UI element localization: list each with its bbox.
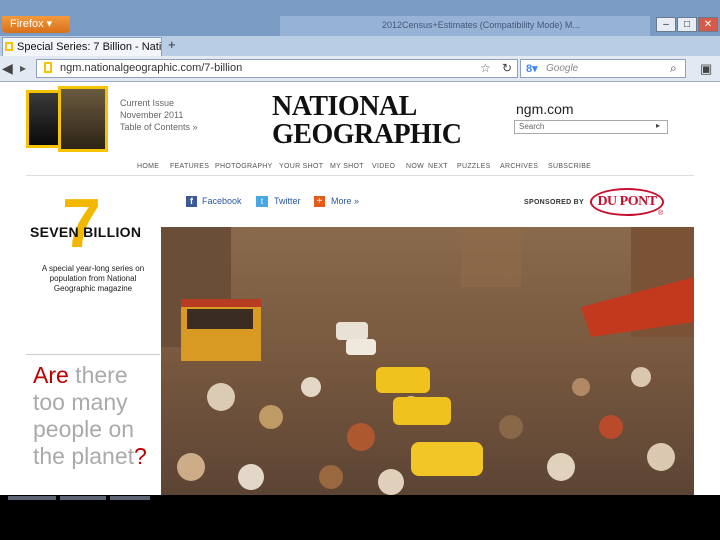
- crowd-photo[interactable]: [161, 227, 694, 495]
- nav-archives[interactable]: ARCHIVES: [500, 163, 538, 170]
- search-bar[interactable]: [520, 59, 686, 78]
- tab-favicon-icon: [5, 42, 13, 51]
- crowd-photo-art: [161, 227, 694, 495]
- registered-mark: ®: [658, 210, 664, 217]
- bookmark-star-icon[interactable]: ☆: [480, 61, 491, 75]
- nav-your-shot[interactable]: YOUR SHOT: [279, 163, 323, 170]
- url-text[interactable]: ngm.nationalgeographic.com/7-billion: [60, 62, 242, 74]
- nav-subscribe[interactable]: SUBSCRIBE: [548, 163, 591, 170]
- back-arrow-icon[interactable]: ◀: [2, 60, 13, 77]
- current-issue: Current Issue November 2011 Table of Con…: [120, 98, 198, 133]
- seven-numeral: 7: [62, 184, 101, 262]
- logo-line-2[interactable]: GEOGRAPHIC: [272, 120, 462, 150]
- maximize-button[interactable]: □: [677, 17, 697, 32]
- google-icon[interactable]: 8▾: [526, 62, 538, 75]
- nav-video[interactable]: VIDEO: [372, 163, 395, 170]
- taskbar-button-2[interactable]: [60, 496, 106, 500]
- more-share-icon[interactable]: +: [314, 196, 325, 207]
- nav-home[interactable]: HOME: [137, 163, 159, 170]
- nav-puzzles[interactable]: PUZZLES: [457, 163, 491, 170]
- close-button[interactable]: ✕: [698, 17, 718, 32]
- bookmarks-icon[interactable]: ▣: [700, 61, 712, 77]
- site-search-go-icon[interactable]: ▸: [656, 121, 660, 130]
- dupont-logo[interactable]: DU PONT: [590, 188, 664, 216]
- search-placeholder[interactable]: Google: [546, 63, 578, 74]
- more-share-link[interactable]: More »: [331, 196, 359, 206]
- headline-question[interactable]: Are there too many people on the planet?: [33, 362, 161, 470]
- taskbar-button-1[interactable]: [8, 496, 56, 500]
- search-icon[interactable]: ⌕: [670, 61, 677, 76]
- tab-active[interactable]: Special Series: 7 Billion - Nation...: [2, 37, 162, 56]
- nav-features[interactable]: FEATURES: [170, 163, 209, 170]
- forward-arrow-icon[interactable]: ▸: [20, 61, 26, 75]
- logo-line-1[interactable]: NATIONAL: [272, 92, 417, 122]
- twitter-link[interactable]: Twitter: [274, 196, 301, 206]
- sponsored-by-label: SPONSORED BY: [524, 199, 584, 206]
- facebook-icon[interactable]: f: [186, 196, 197, 207]
- nav-photography[interactable]: PHOTOGRAPHY: [215, 163, 273, 170]
- series-description: A special year-long series on population…: [41, 264, 145, 293]
- minimize-button[interactable]: –: [656, 17, 676, 32]
- reload-icon[interactable]: ↻: [502, 61, 512, 75]
- nav-next[interactable]: NEXT: [428, 163, 448, 170]
- nav-now[interactable]: NOW: [406, 163, 424, 170]
- series-title: SEVEN BILLION: [30, 224, 142, 240]
- taskbar-button-3[interactable]: [110, 496, 150, 500]
- firefox-menu-button[interactable]: Firefox ▾: [2, 16, 70, 33]
- site-name: ngm.com: [516, 101, 574, 117]
- new-tab-button[interactable]: +: [168, 37, 176, 52]
- site-favicon-icon: [44, 62, 52, 73]
- site-search-input[interactable]: Search: [514, 120, 668, 134]
- facebook-link[interactable]: Facebook: [202, 196, 242, 206]
- magazine-cover-front[interactable]: [58, 86, 108, 152]
- background-window-title: 2012Census+Estimates (Compatibility Mode…: [382, 20, 580, 30]
- twitter-icon[interactable]: t: [256, 196, 268, 207]
- sidebar-divider: [26, 354, 160, 355]
- taskbar: [0, 495, 720, 540]
- nav-my-shot[interactable]: MY SHOT: [330, 163, 364, 170]
- table-of-contents-link[interactable]: Table of Contents »: [120, 121, 198, 133]
